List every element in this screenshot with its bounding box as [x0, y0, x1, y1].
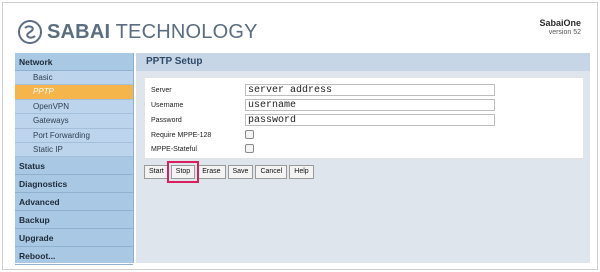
- sidebar-section-network[interactable]: Network: [15, 53, 133, 71]
- password-input[interactable]: [245, 114, 495, 126]
- server-input[interactable]: [245, 84, 495, 96]
- stop-button[interactable]: Stop: [166, 161, 200, 183]
- page-title: PPTP Setup: [136, 53, 590, 71]
- mppe128-label: Require MPPE-128: [151, 131, 212, 139]
- mppe128-row: Require MPPE-128: [149, 128, 254, 142]
- server-row: Server: [149, 83, 495, 97]
- password-row: Password: [149, 113, 495, 127]
- sidebar-item-pptp[interactable]: PPTP: [15, 85, 133, 100]
- cancel-button[interactable]: Cancel: [255, 165, 288, 179]
- sabai-logo-icon: [18, 20, 42, 44]
- window-frame: SABAI TECHNOLOGY SabaiOne version 52 Net…: [2, 2, 598, 270]
- main-panel: PPTP Setup Server Username Password Requ…: [136, 53, 590, 263]
- product-info: SabaiOne version 52: [539, 18, 581, 36]
- sidebar-item-port-forwarding[interactable]: Port Forwarding: [15, 128, 133, 143]
- product-name: SabaiOne: [539, 18, 581, 28]
- sidebar-item-openvpn[interactable]: OpenVPN: [15, 99, 133, 115]
- save-button[interactable]: Save: [227, 165, 254, 179]
- logo: SABAI TECHNOLOGY: [17, 17, 258, 47]
- mppe-stateful-label: MPPE-Stateful: [151, 145, 197, 153]
- username-input[interactable]: [245, 99, 495, 111]
- help-button[interactable]: Help: [289, 165, 314, 179]
- password-label: Password: [151, 116, 182, 124]
- sidebar-section-backup[interactable]: Backup: [15, 211, 133, 230]
- pptp-form: Server Username Password Require MPPE-12…: [144, 77, 584, 159]
- product-version: version 52: [548, 29, 581, 36]
- username-label: Username: [151, 101, 184, 109]
- sidebar-section-advanced[interactable]: Advanced: [15, 193, 133, 212]
- action-buttons: Start Stop Erase Save Cancel Help: [144, 161, 316, 183]
- sidebar-section-status[interactable]: Status: [15, 157, 133, 176]
- username-row: Username: [149, 98, 495, 112]
- sidebar-section-reboot[interactable]: Reboot...: [15, 247, 133, 266]
- sidebar-item-basic[interactable]: Basic: [15, 71, 133, 86]
- sidebar-section-diagnostics[interactable]: Diagnostics: [15, 175, 133, 194]
- start-button[interactable]: Start: [144, 165, 169, 179]
- mppe-stateful-checkbox[interactable]: [245, 144, 254, 153]
- mppe-stateful-row: MPPE-Stateful: [149, 142, 254, 156]
- erase-button[interactable]: Erase: [197, 165, 226, 179]
- sidebar-item-gateways[interactable]: Gateways: [15, 114, 133, 129]
- mppe128-checkbox[interactable]: [245, 130, 254, 139]
- sidebar-item-static-ip[interactable]: Static IP: [15, 142, 133, 158]
- sidebar: Network Basic PPTP OpenVPN Gateways Port…: [15, 53, 134, 266]
- logo-text: SABAI TECHNOLOGY: [47, 20, 258, 43]
- server-label: Server: [151, 86, 172, 94]
- sidebar-section-upgrade[interactable]: Upgrade: [15, 229, 133, 248]
